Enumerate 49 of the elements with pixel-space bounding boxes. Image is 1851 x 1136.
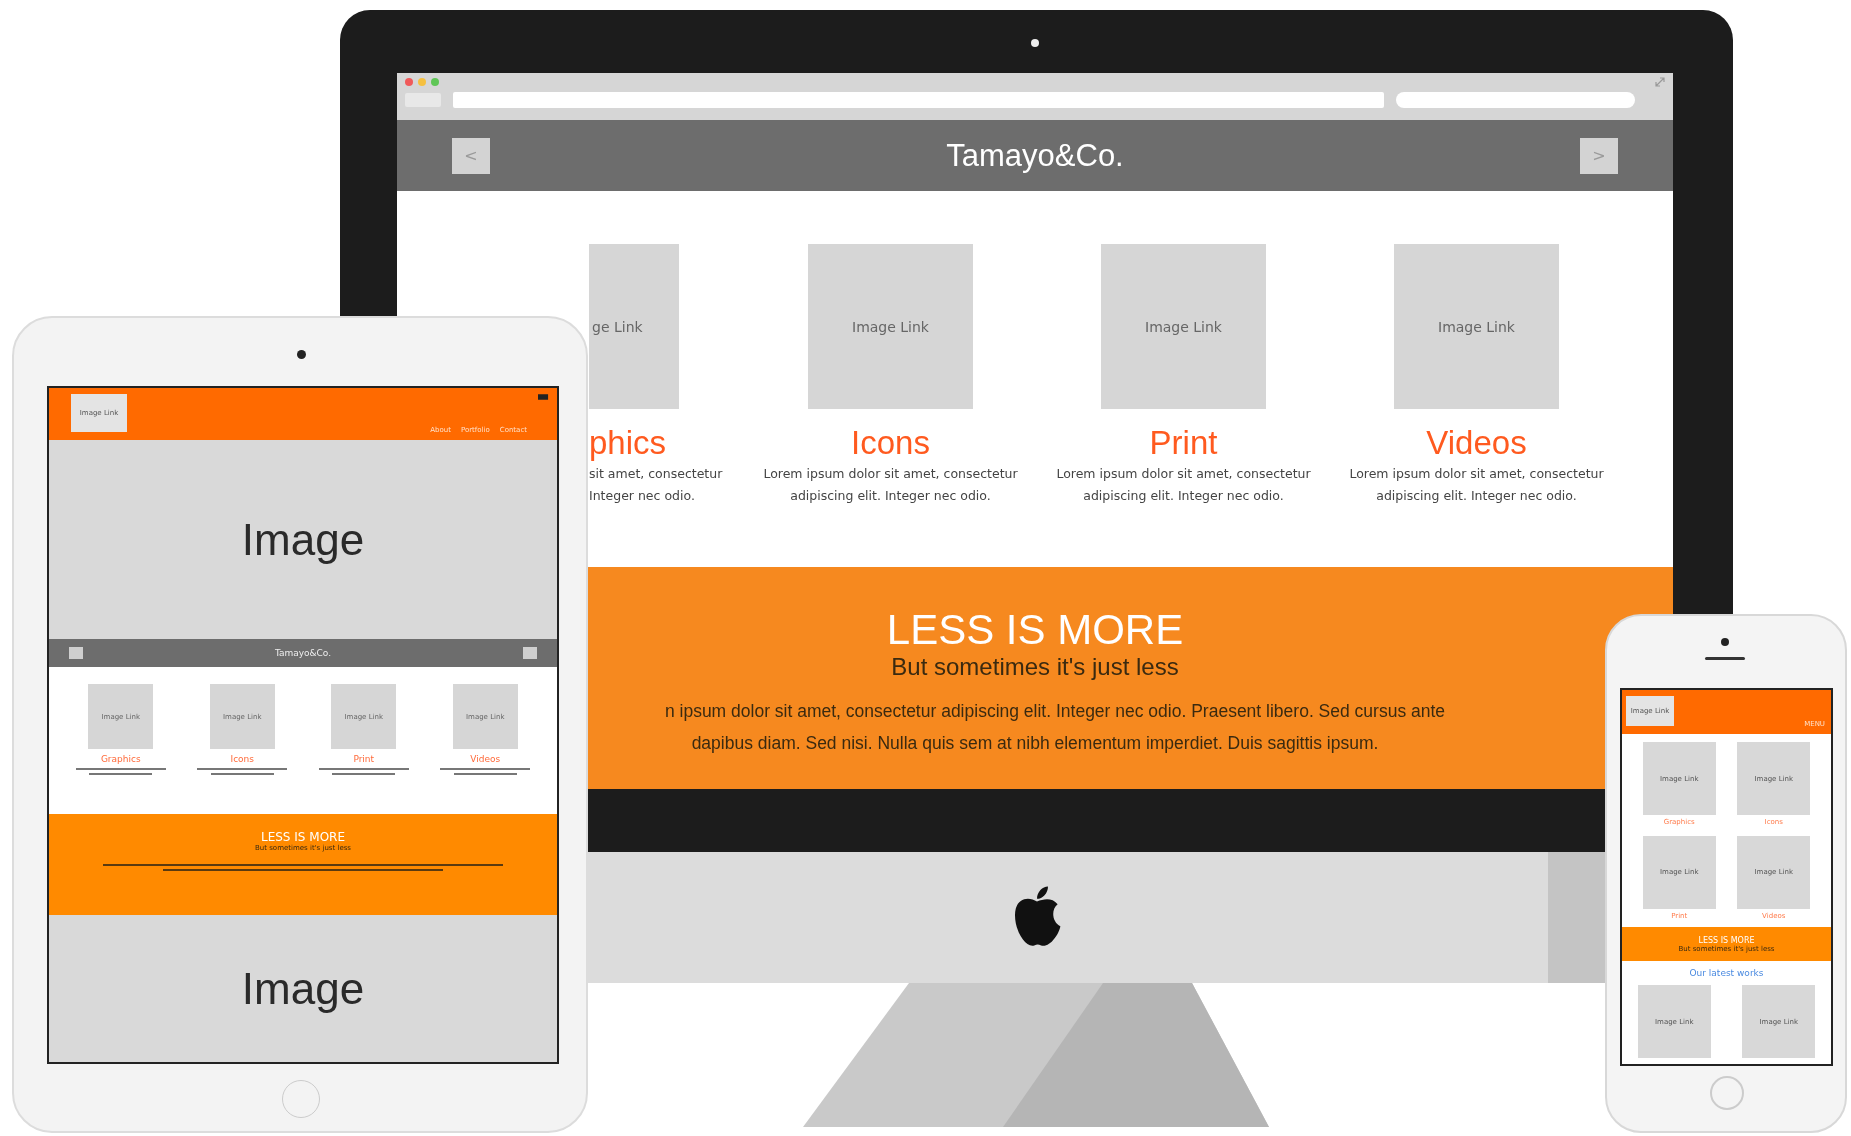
card-description: Lorem ipsum dolor sit amet, consectetur xyxy=(1056,465,1311,483)
camera-icon xyxy=(1721,638,1729,646)
image-link[interactable]: Image Link xyxy=(1101,244,1266,409)
image-label: Image Link xyxy=(852,318,929,335)
camera-icon xyxy=(1031,39,1039,47)
card-description: Lorem ipsum dolor sit amet, consectetur xyxy=(763,465,1018,483)
next-button[interactable] xyxy=(523,647,537,659)
card-description: adipiscing elit. Integer nec odio. xyxy=(1376,487,1577,505)
card-title: Videos xyxy=(470,754,501,764)
maximize-icon[interactable] xyxy=(431,78,439,86)
card-title: Print xyxy=(1149,423,1218,463)
banner-heading: LESS IS MORE xyxy=(261,830,345,844)
image-link[interactable]: Image Link xyxy=(808,244,973,409)
image-link[interactable]: Image Link xyxy=(1394,244,1559,409)
camera-icon xyxy=(297,350,306,359)
previous-button[interactable] xyxy=(69,647,83,659)
image-label: Image Link xyxy=(1438,318,1515,335)
address-field[interactable] xyxy=(453,92,1384,108)
image-label: Image xyxy=(241,963,365,1014)
banner-text: dapibus diam. Sed nisi. Nulla quis sem at nibh elementum imperdiet. Duis sagittis ipsum. xyxy=(691,732,1379,755)
card-title: phics xyxy=(589,423,667,463)
close-icon[interactable] xyxy=(405,78,413,86)
card-title: Print xyxy=(353,754,375,764)
banner-heading: LESS IS MORE xyxy=(1698,935,1755,945)
image-label: ge Link xyxy=(591,318,643,335)
card-title: Icons xyxy=(230,754,254,764)
card-description: Lorem ipsum dolor sit amet, consectetur xyxy=(1349,465,1604,483)
expand-icon[interactable] xyxy=(1655,77,1665,87)
battery-icon xyxy=(538,394,549,400)
image-label: Image xyxy=(241,514,365,565)
section-title: Our latest works xyxy=(1688,967,1765,980)
banner-heading: LESS IS MORE xyxy=(886,607,1184,653)
card-description: sit amet, consectetur xyxy=(589,465,723,483)
minimize-icon[interactable] xyxy=(418,78,426,86)
image-label: Image Link xyxy=(1145,318,1222,335)
card-title: Icons xyxy=(851,423,930,463)
banner-text: n ipsum dolor sit amet, consectetur adipiscing elit. Integer nec odio. Praesent libero. Sed cursus ante xyxy=(664,700,1446,723)
card-description: Integer nec odio. xyxy=(589,487,695,505)
image-link[interactable]: ge Link xyxy=(589,244,679,409)
site-title: Tamayo&Co. xyxy=(946,137,1124,174)
banner-subheading: But sometimes it's just less xyxy=(891,653,1179,681)
card-title: Graphics xyxy=(100,754,141,764)
card-description: adipiscing elit. Integer nec odio. xyxy=(1083,487,1284,505)
site-title: Tamayo&Co. xyxy=(274,648,332,658)
card-title: Videos xyxy=(1426,423,1527,463)
card-description: adipiscing elit. Integer nec odio. xyxy=(790,487,991,505)
search-field[interactable] xyxy=(1396,92,1635,108)
home-button[interactable] xyxy=(1710,1076,1744,1110)
speaker-icon xyxy=(1705,657,1745,660)
